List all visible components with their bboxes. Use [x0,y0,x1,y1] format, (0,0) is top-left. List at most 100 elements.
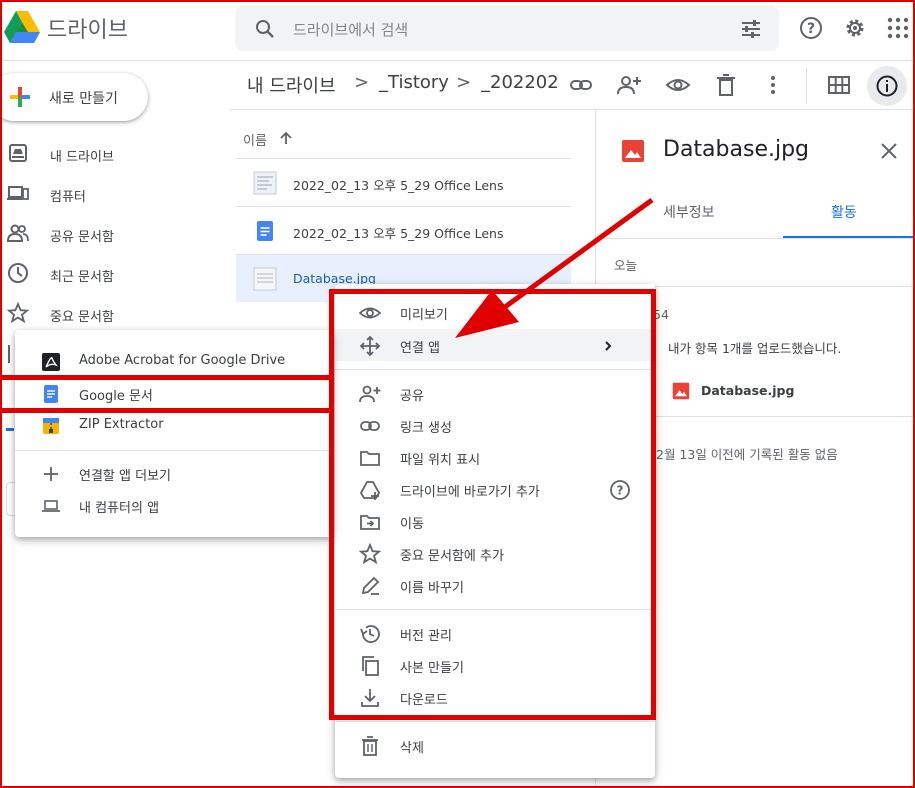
search-options-icon[interactable] [739,17,763,41]
move-arrows-icon [359,335,381,357]
details-toggle-button[interactable] [867,66,907,106]
google-docs-icon [257,221,273,241]
search-input[interactable]: 드라이브에서 검색 [293,19,408,40]
column-header-name[interactable]: 이름 [243,130,267,149]
menu-item-show-location[interactable]: 파일 위치 표시 [335,441,655,473]
svg-text:?: ? [617,484,624,498]
help-icon[interactable]: ? [609,479,631,501]
zip-icon [43,418,59,434]
activity-file-link[interactable]: Database.jpg [701,383,794,398]
breadcrumb-folder-current[interactable]: _202202 [481,72,559,93]
search-icon[interactable] [253,17,277,41]
image-thumbnail-icon [253,171,277,195]
no-activity-text: 2월 13일 이전에 기록된 활동 없음 [656,447,838,462]
storage-bar-fragment [6,428,14,431]
sidebar-item-shared[interactable]: 공유 문서함 [0,216,230,252]
activity-description: 내가 항목 1개를 업로드했습니다. [668,341,842,356]
breadcrumb-separator: > [354,72,370,93]
star-icon [359,543,381,565]
link-icon[interactable] [568,72,594,98]
sidebar-fragment-icon [8,345,14,363]
menu-divider [335,721,655,722]
close-icon[interactable] [878,140,900,162]
colorful-plus-icon [10,87,30,107]
tab-details[interactable]: 세부정보 [663,202,715,222]
shared-icon [7,224,29,242]
sidebar-item-recent[interactable]: 최근 문서함 [0,256,230,292]
menu-item-delete[interactable]: 삭제 [335,729,655,761]
my-drive-icon [9,144,27,162]
app-name: 드라이브 [47,18,128,43]
drive-logo-icon[interactable] [4,10,40,44]
image-thumbnail-icon [253,267,277,291]
trash-icon[interactable] [713,72,739,98]
menu-item-add-shortcut[interactable]: 드라이브에 바로가기 추가 ? [335,473,655,505]
details-title: Database.jpg [663,137,810,162]
more-vertical-icon[interactable] [760,72,786,98]
file-row[interactable]: 2022_02_13 오후 5_29 Office Lens [236,206,571,254]
submenu-item-more-apps[interactable]: 연결할 앱 더보기 [15,457,333,489]
breadcrumb-root[interactable]: 내 드라이브 [247,72,336,98]
menu-item-open-with[interactable]: 연결 앱 [335,329,655,361]
menu-item-move[interactable]: 이동 [335,505,655,537]
plus-icon [44,467,58,481]
new-button[interactable]: 새로 만들기 [0,73,148,121]
menu-divider [335,369,655,370]
svg-text:?: ? [807,21,815,37]
sort-arrow-up-icon[interactable] [278,130,294,146]
menu-item-share[interactable]: 공유 [335,377,655,409]
sidebar-item-starred[interactable]: 중요 문서함 [0,296,230,332]
toolbar-divider [806,68,807,104]
new-button-label: 새로 만들기 [49,91,118,107]
submenu-item-adobe-acrobat[interactable]: Adobe Acrobat for Google Drive [15,345,333,377]
add-shortcut-icon [359,481,381,500]
folder-icon [360,451,380,466]
breadcrumb-separator: > [456,72,472,93]
eye-icon [359,307,381,319]
image-file-icon [672,382,690,400]
help-icon[interactable]: ? [798,15,824,41]
history-icon [360,625,380,643]
menu-item-preview[interactable]: 미리보기 [335,296,655,328]
star-icon [7,302,29,324]
submenu-divider [15,450,333,451]
submenu-item-computer-apps[interactable]: 내 컴퓨터의 앱 [15,489,333,521]
panel-divider [596,238,915,239]
acrobat-icon [42,353,60,371]
add-person-icon[interactable] [616,72,642,98]
link-icon [360,421,380,431]
open-with-submenu: Adobe Acrobat for Google Drive Google 문서… [15,330,333,537]
top-header: 드라이브 드라이브에서 검색 ? [0,0,915,61]
menu-item-get-link[interactable]: 링크 생성 [335,409,655,441]
sidebar-item-computers[interactable]: 컴퓨터 [0,176,230,212]
google-docs-icon [44,385,58,403]
computer-icon [7,186,29,200]
pencil-icon [361,576,380,595]
move-to-icon [360,515,380,530]
settings-gear-icon[interactable] [842,15,868,41]
menu-item-make-copy[interactable]: 사본 만들기 [335,649,655,681]
tab-activity[interactable]: 활동 [831,202,857,222]
trash-icon [362,736,378,756]
submenu-item-google-docs[interactable]: Google 문서 [15,377,333,409]
sidebar-item-my-drive[interactable]: 내 드라이브 [0,136,230,172]
menu-item-rename[interactable]: 이름 바꾸기 [335,569,655,601]
search-box[interactable]: 드라이브에서 검색 [235,6,779,51]
file-row[interactable]: 2022_02_13 오후 5_29 Office Lens [236,158,571,206]
activity-date-header: 오늘 [614,258,638,273]
submenu-item-zip-extractor[interactable]: ZIP Extractor [15,409,333,441]
chevron-right-icon [605,341,612,351]
menu-item-add-starred[interactable]: 중요 문서함에 추가 [335,537,655,569]
eye-icon[interactable] [665,72,691,98]
menu-item-download[interactable]: 다운로드 [335,681,655,713]
info-icon [876,75,898,97]
context-menu: 미리보기 연결 앱 공유 링크 생성 파일 위치 표시 드라이브에 바로가기 추… [335,284,655,778]
apps-grid-icon[interactable] [885,15,911,41]
laptop-icon [42,500,60,512]
recent-icon [8,263,28,283]
grid-view-icon[interactable] [826,72,852,98]
menu-item-manage-versions[interactable]: 버전 관리 [335,617,655,649]
copy-icon [362,656,379,676]
download-icon [361,689,379,707]
breadcrumb-folder-tistory[interactable]: _Tistory [379,72,449,93]
